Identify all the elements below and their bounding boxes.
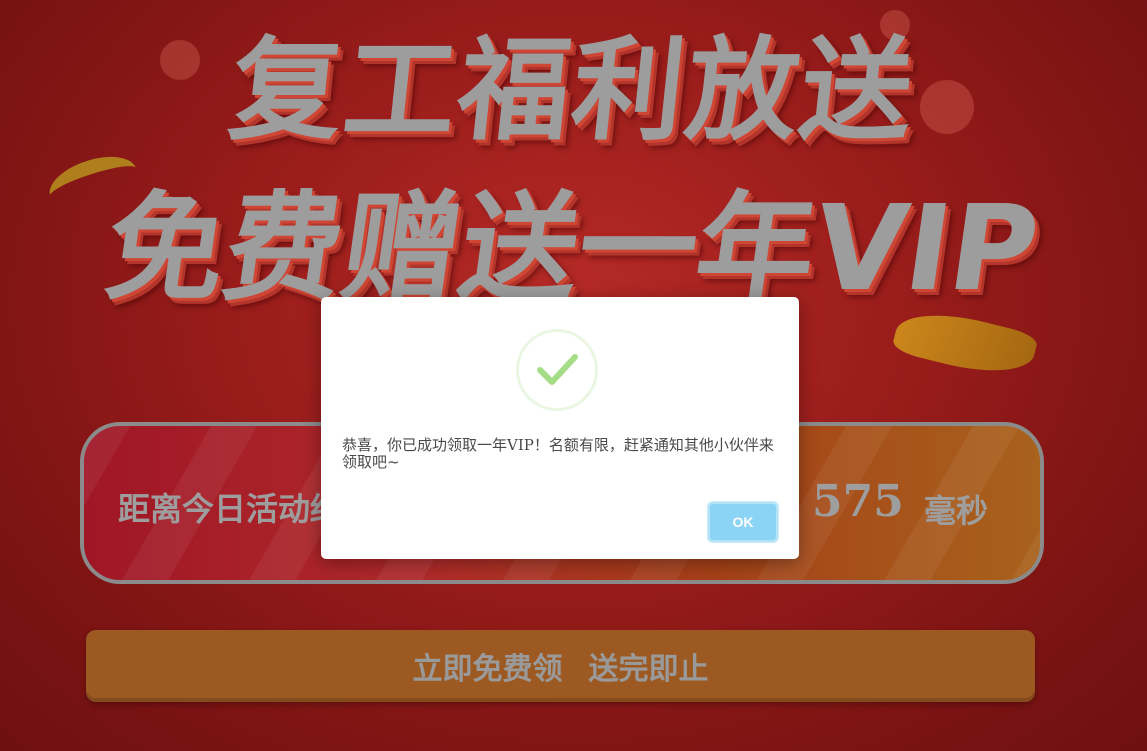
dialog-message: 恭喜，你已成功领取一年VIP！名额有限，赶紧通知其他小伙伴来领取吧~	[342, 436, 774, 471]
check-circle-icon	[516, 329, 598, 411]
success-dialog: 恭喜，你已成功领取一年VIP！名额有限，赶紧通知其他小伙伴来领取吧~ OK	[321, 297, 799, 559]
ok-button[interactable]: OK	[708, 502, 778, 542]
check-mark-icon	[537, 354, 578, 385]
